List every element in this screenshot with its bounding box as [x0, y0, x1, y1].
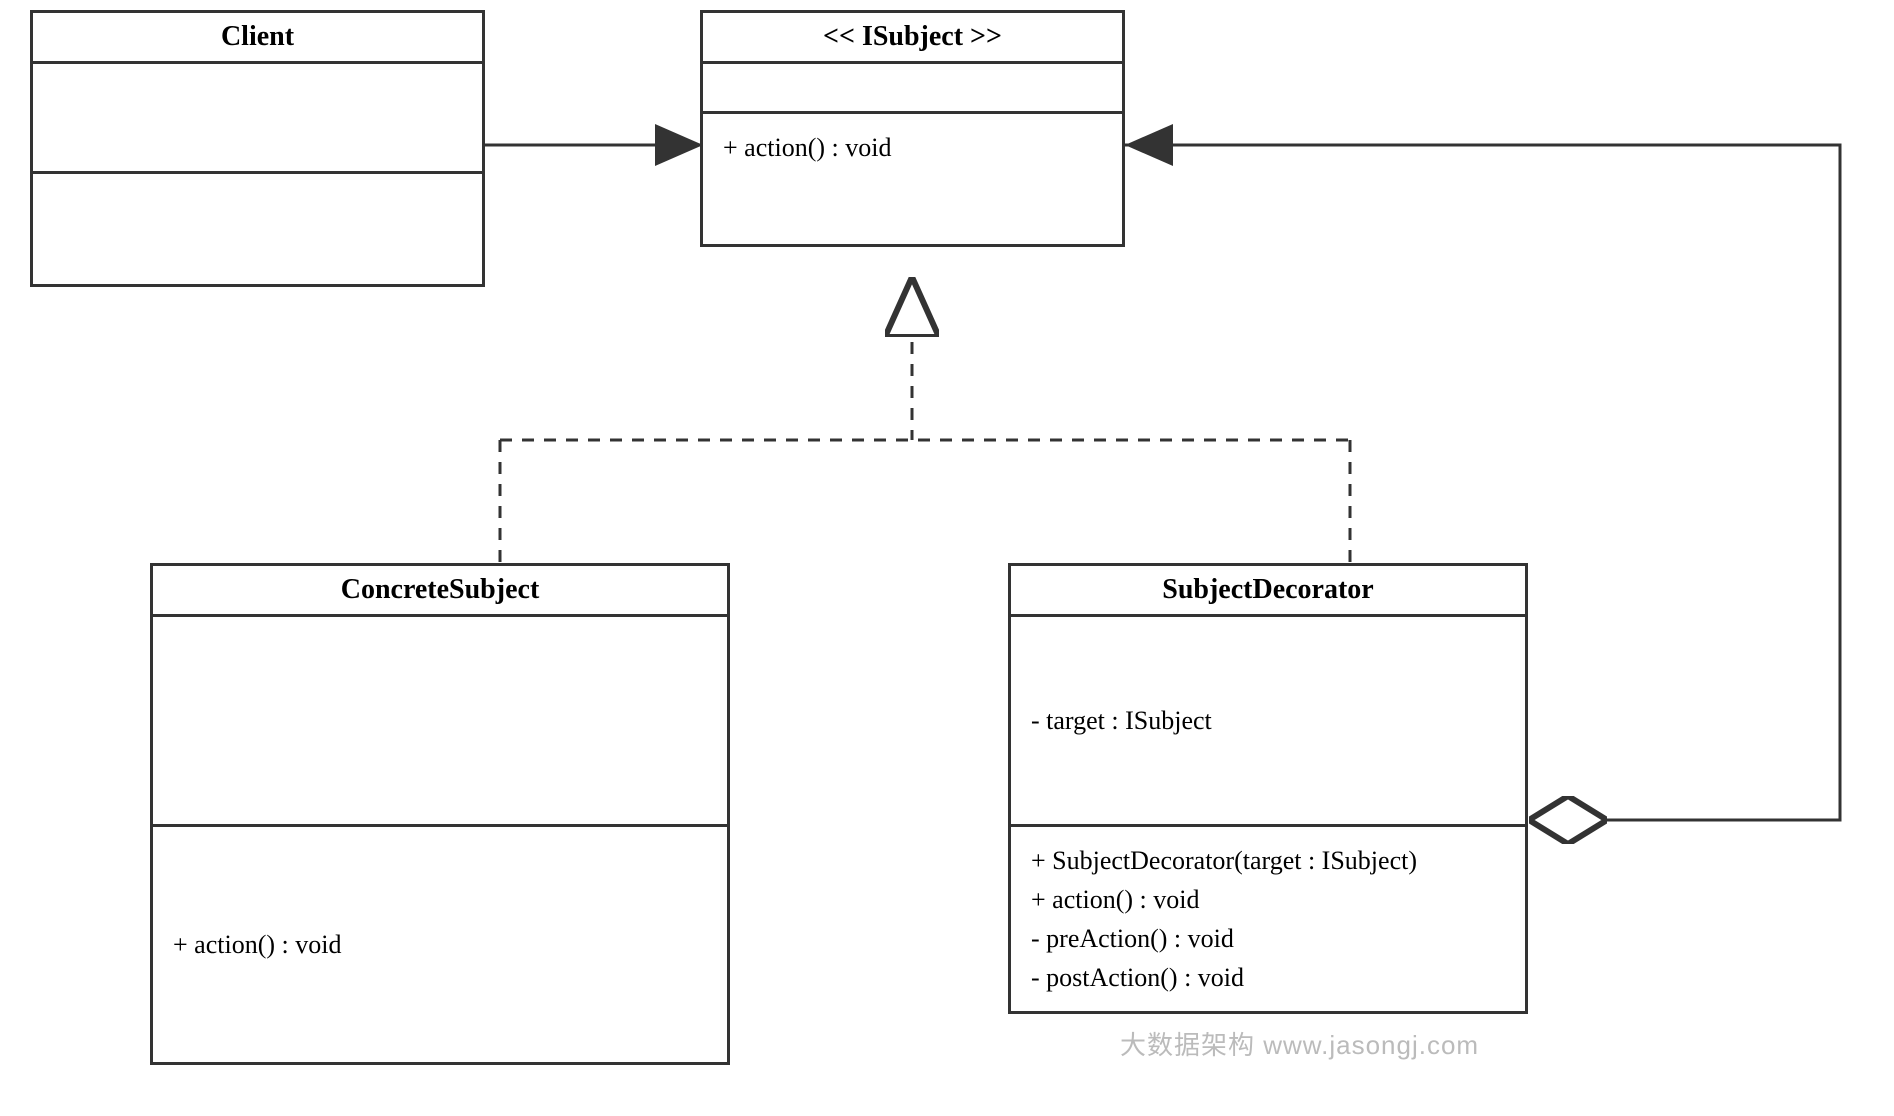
class-title: Client [33, 13, 482, 64]
method-row: - postAction() : void [1031, 958, 1505, 997]
attribute-row: - target : ISubject [1031, 701, 1212, 740]
attributes-compartment [703, 64, 1122, 114]
uml-class-isubject: << ISubject >> + action() : void [700, 10, 1125, 247]
methods-compartment: + action() : void [703, 114, 1122, 244]
method-row: + action() : void [723, 128, 1102, 167]
uml-class-concrete-subject: ConcreteSubject + action() : void [150, 563, 730, 1065]
methods-compartment [33, 174, 482, 284]
method-row: - preAction() : void [1031, 919, 1505, 958]
class-title: ConcreteSubject [153, 566, 727, 617]
methods-compartment: + action() : void [153, 827, 727, 1062]
attributes-compartment [33, 64, 482, 174]
method-row: + action() : void [173, 925, 341, 964]
uml-class-subject-decorator: SubjectDecorator - target : ISubject + S… [1008, 563, 1528, 1014]
watermark-text: 大数据架构 www.jasongj.com [1120, 1025, 1479, 1062]
uml-class-client: Client [30, 10, 485, 287]
attributes-compartment: - target : ISubject [1011, 617, 1525, 827]
attributes-compartment [153, 617, 727, 827]
class-title: SubjectDecorator [1011, 566, 1525, 617]
class-title: << ISubject >> [703, 13, 1122, 64]
method-row: + SubjectDecorator(target : ISubject) [1031, 841, 1505, 880]
method-row: + action() : void [1031, 880, 1505, 919]
methods-compartment: + SubjectDecorator(target : ISubject) + … [1011, 827, 1525, 1011]
